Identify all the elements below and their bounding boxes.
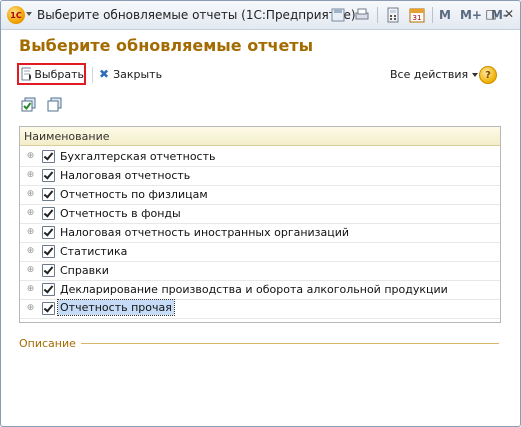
tree-row[interactable]: ⊕ Бухгалтерская отчетность xyxy=(20,147,500,167)
row-checkbox[interactable] xyxy=(42,302,55,315)
chevron-down-icon xyxy=(472,72,479,77)
description-section: Описание xyxy=(19,337,499,350)
title-bar: 1С Выберите обновляемые отчеты (1С:Предп… xyxy=(1,1,520,30)
row-label: Декларирование производства и оборота ал… xyxy=(60,283,448,296)
tree-column-header[interactable]: Наименование xyxy=(20,127,500,146)
check-all-icon[interactable] xyxy=(21,97,37,113)
row-checkbox[interactable] xyxy=(42,226,55,239)
tree-toolbar xyxy=(21,97,73,113)
expand-icon[interactable]: ⊕ xyxy=(26,247,35,256)
row-checkbox[interactable] xyxy=(42,283,55,296)
row-checkbox[interactable] xyxy=(42,264,55,277)
expand-icon[interactable]: ⊕ xyxy=(26,285,35,294)
tree-row[interactable]: ⊕ Налоговая отчетность xyxy=(20,166,500,186)
row-label: Бухгалтерская отчетность xyxy=(60,150,216,163)
command-bar: Выбрать ✖ Закрыть Все действия ? xyxy=(1,63,520,87)
uncheck-all-icon[interactable] xyxy=(47,97,63,113)
row-checkbox[interactable] xyxy=(42,188,55,201)
close-button-label: Закрыть xyxy=(113,67,163,81)
row-label: Отчетность в фонды xyxy=(60,207,181,220)
tree-row-selected[interactable]: ⊕ Отчетность прочая xyxy=(20,299,500,319)
help-icon[interactable]: ? xyxy=(479,66,497,84)
toolbar-divider xyxy=(92,67,93,83)
all-actions-menu[interactable]: Все действия xyxy=(390,68,479,81)
tree-row[interactable]: ⊕ Декларирование производства и оборота … xyxy=(20,280,500,300)
print-icon[interactable] xyxy=(353,6,371,24)
expand-icon[interactable]: ⊕ xyxy=(26,190,35,199)
row-label: Отчетность по физлицам xyxy=(60,188,208,201)
expand-icon[interactable]: ⊕ xyxy=(26,266,35,275)
row-label: Налоговая отчетность xyxy=(60,169,191,182)
close-button[interactable]: ✖ Закрыть xyxy=(99,67,162,81)
expand-icon[interactable]: ⊕ xyxy=(26,209,35,218)
titlebar-divider xyxy=(377,7,378,23)
app-window: 1С Выберите обновляемые отчеты (1С:Предп… xyxy=(0,0,521,427)
expand-icon[interactable]: ⊕ xyxy=(26,228,35,237)
tree-row[interactable]: ⊕ Статистика xyxy=(20,242,500,262)
row-label: Отчетность прочая xyxy=(57,299,175,316)
select-button[interactable]: Выбрать xyxy=(17,63,86,85)
tree-row[interactable]: ⊕ Налоговая отчетность иностранных орган… xyxy=(20,223,500,243)
tree-row[interactable]: ⊕ Справки xyxy=(20,261,500,281)
close-icon: ✖ xyxy=(99,67,110,81)
window-title: Выберите обновляемые отчеты (1С:Предприя… xyxy=(37,8,356,22)
calculator-icon[interactable] xyxy=(384,6,402,24)
titlebar-divider xyxy=(432,7,433,23)
chevron-down-icon[interactable] xyxy=(26,12,32,16)
memory-plus-button[interactable]: M+ xyxy=(460,8,482,22)
row-checkbox[interactable] xyxy=(42,169,55,182)
form-heading: Выберите обновляемые отчеты xyxy=(19,36,314,55)
expand-icon[interactable]: ⊕ xyxy=(26,304,35,313)
description-label: Описание xyxy=(19,337,76,350)
row-label: Налоговая отчетность иностранных организ… xyxy=(60,226,350,239)
expand-icon[interactable]: ⊕ xyxy=(26,152,35,161)
row-label: Справки xyxy=(60,264,109,277)
all-actions-label: Все действия xyxy=(390,68,469,81)
row-checkbox[interactable] xyxy=(42,245,55,258)
svg-text:31: 31 xyxy=(413,14,422,22)
tree-row[interactable]: ⊕ Отчетность по физлицам xyxy=(20,185,500,205)
calendar-icon[interactable]: 31 xyxy=(408,6,426,24)
row-label: Статистика xyxy=(60,245,128,258)
column-header-name: Наименование xyxy=(24,130,110,143)
save-icon[interactable] xyxy=(329,6,347,24)
select-icon xyxy=(21,67,32,81)
app-logo-icon[interactable]: 1С xyxy=(7,6,25,24)
close-window-button[interactable]: ✕ xyxy=(500,5,518,23)
row-checkbox[interactable] xyxy=(42,150,55,163)
reports-tree: Наименование ⊕ Бухгалтерская отчетность … xyxy=(19,126,501,323)
expand-icon[interactable]: ⊕ xyxy=(26,171,35,180)
row-checkbox[interactable] xyxy=(42,207,55,220)
description-divider xyxy=(80,343,499,344)
restore-button[interactable]: □ xyxy=(482,5,500,23)
select-button-label: Выбрать xyxy=(34,67,84,81)
tree-row[interactable]: ⊕ Отчетность в фонды xyxy=(20,204,500,224)
memory-m-button[interactable]: M xyxy=(439,8,451,22)
